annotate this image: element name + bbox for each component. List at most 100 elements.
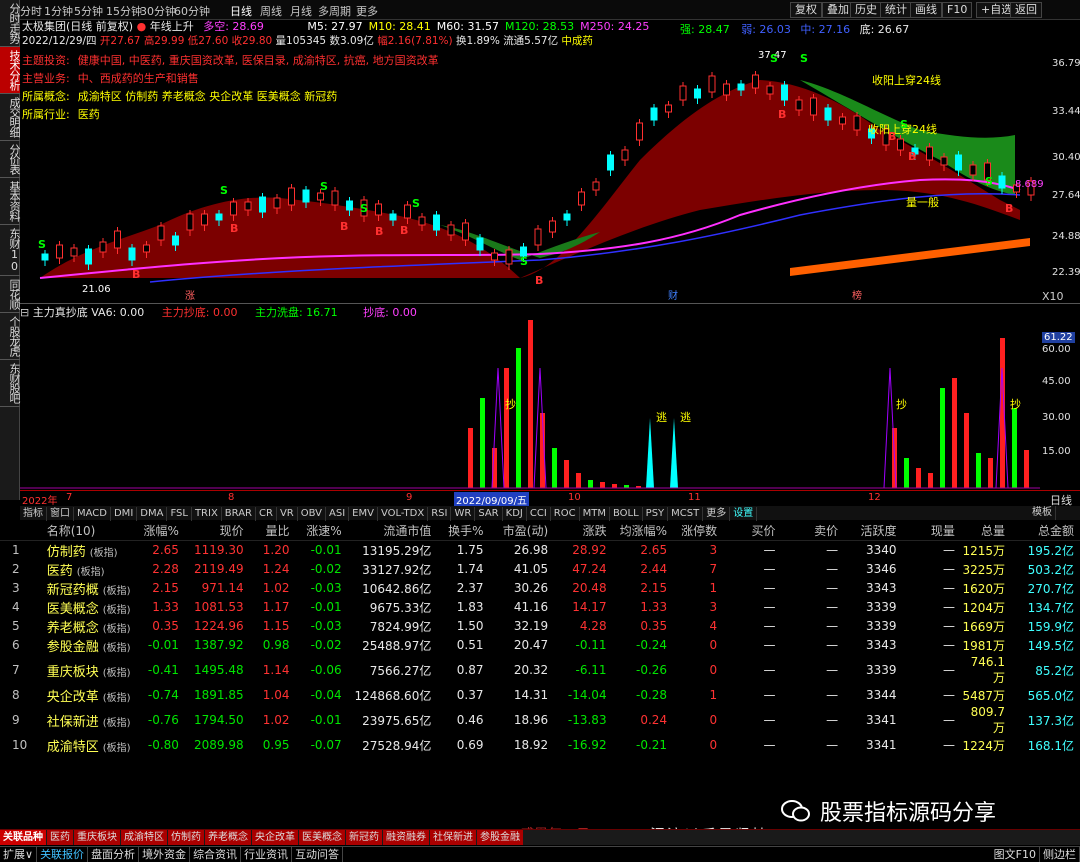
table-row[interactable]: 3 新冠药概 (板指) 2.15 971.14 1.02 -0.03 10642.86亿 2.3… [0, 579, 1080, 598]
column-header[interactable]: 涨跌 [554, 521, 613, 541]
related-tab[interactable]: 社保新进 [430, 830, 476, 845]
column-header[interactable]: 买价 [723, 521, 782, 541]
indicator-tab[interactable]: BRAR [222, 507, 256, 521]
bottom-tab[interactable]: 综合资讯 [190, 847, 242, 862]
column-header[interactable]: 均涨幅% [612, 521, 674, 541]
related-tab[interactable]: 医药 [47, 830, 73, 845]
bottom-tab[interactable]: 境外资金 [139, 847, 191, 862]
table-row[interactable]: 8 央企改革 (板指) -0.74 1891.85 1.04 -0.04 124868.60亿… [0, 686, 1080, 705]
indicator-tab[interactable]: MACD [74, 507, 111, 521]
column-header[interactable]: 卖价 [781, 521, 845, 541]
indicator-tab[interactable]: BOLL [610, 507, 643, 521]
indicator-tab[interactable]: FSL [167, 507, 192, 521]
period-tab[interactable]: 1分钟 [44, 3, 73, 19]
column-header[interactable]: 市盈(动) [489, 521, 555, 541]
left-nav-item[interactable]: 分价表 [0, 141, 21, 178]
related-tab[interactable]: 养老概念 [205, 830, 251, 845]
indicator-tab[interactable]: OBV [298, 507, 326, 521]
bottom-tab[interactable]: 互动问答 [292, 847, 344, 862]
period-tab[interactable]: 15分钟 [106, 3, 142, 19]
column-header[interactable]: 现价 [184, 521, 250, 541]
period-tab[interactable]: 多周期 [318, 3, 351, 19]
column-header[interactable]: 量比 [249, 521, 296, 541]
column-header[interactable]: 涨停数 [673, 521, 724, 541]
indicator-tab[interactable]: 更多 [703, 507, 731, 521]
period-tab[interactable]: 60分钟 [174, 3, 210, 19]
indicator-tab[interactable]: PSY [643, 507, 669, 521]
period-tab[interactable]: 分时 [20, 3, 42, 19]
indicator-tab[interactable]: DMA [137, 507, 168, 521]
period-tab[interactable]: 日线 [230, 3, 252, 19]
period-tab[interactable]: 更多 [356, 3, 378, 19]
left-nav-item[interactable]: 个股龙虎 [0, 313, 21, 360]
template-tab[interactable]: 模板 [1029, 506, 1056, 520]
indicator-tab[interactable]: MCST [668, 507, 704, 521]
left-nav-item[interactable]: 同花顺 [0, 276, 21, 313]
table-row[interactable]: 7 重庆板块 (板指) -0.41 1495.48 1.14 -0.06 7566.27亿 0.… [0, 655, 1080, 686]
period-tab[interactable]: 5分钟 [74, 3, 103, 19]
left-nav-item[interactable]: 东财股吧 [0, 360, 21, 407]
column-header[interactable]: 现量 [902, 521, 961, 541]
indicator-tab[interactable]: ROC [551, 507, 580, 521]
indicator-chart[interactable]: 抄逃 逃 抄 抄 [20, 318, 1040, 490]
column-header[interactable]: 换手% [437, 521, 490, 541]
table-row[interactable]: 4 医美概念 (板指) 1.33 1081.53 1.17 -0.01 9675.33亿 1.8… [0, 598, 1080, 617]
bottom-right-button[interactable]: 侧边栏 [1040, 847, 1080, 862]
indicator-tab[interactable]: TRIX [192, 507, 222, 521]
column-header[interactable]: 名称(10) [34, 521, 140, 541]
indicator-tab[interactable]: WR [451, 507, 476, 521]
table-row[interactable]: 6 参股金融 (板指) -0.01 1387.92 0.98 -0.02 25488.97亿 0… [0, 636, 1080, 655]
indicator-tab[interactable]: RSI [428, 507, 452, 521]
related-tab[interactable]: 成渝特区 [121, 830, 167, 845]
bottom-tab[interactable]: 关联报价 [37, 847, 89, 862]
left-nav-item[interactable]: 成交明细 [0, 94, 21, 141]
period-tab[interactable]: 周线 [260, 3, 282, 19]
column-header[interactable]: 活跃度 [844, 521, 903, 541]
indicator-tab[interactable]: DMI [111, 507, 138, 521]
toolbar-button[interactable]: 复权 [790, 2, 822, 18]
indicator-tab[interactable]: 设置 [730, 507, 758, 521]
table-row[interactable]: 2 医药 (板指) 2.28 2119.49 1.24 -0.02 33127.92亿 1.74… [0, 560, 1080, 579]
column-header[interactable]: 总金额 [1011, 521, 1080, 541]
event-marker[interactable]: 榜 [852, 289, 862, 302]
period-tab[interactable]: 月线 [290, 3, 312, 19]
bottom-right-button[interactable]: 图文F10 [991, 847, 1040, 862]
table-row[interactable]: 1 仿制药 (板指) 2.65 1119.30 1.20 -0.01 13195.29亿 1.7… [0, 540, 1080, 560]
column-header[interactable]: 涨幅% [139, 521, 185, 541]
related-tab[interactable]: 关联品种 [0, 830, 46, 845]
indicator-tab[interactable]: 指标 [20, 507, 47, 521]
indicator-tab[interactable]: KDJ [503, 507, 527, 521]
related-tab[interactable]: 央企改革 [252, 830, 298, 845]
indicator-tab[interactable]: VR [277, 507, 298, 521]
related-tab[interactable]: 仿制药 [168, 830, 204, 845]
bottom-tab[interactable]: 行业资讯 [241, 847, 293, 862]
related-tab[interactable]: 医美概念 [299, 830, 345, 845]
toolbar-button[interactable]: 返回 [1010, 2, 1042, 18]
related-tab[interactable]: 融资融券 [383, 830, 429, 845]
related-tab[interactable]: 重庆板块 [74, 830, 120, 845]
event-marker[interactable]: 涨 [185, 290, 195, 302]
indicator-tab[interactable]: MTM [580, 507, 610, 521]
indicator-tab[interactable]: 窗口 [47, 507, 74, 521]
indicator-tab[interactable]: VOL-TDX [378, 507, 429, 521]
table-row[interactable]: 9 社保新进 (板指) -0.76 1794.50 1.02 -0.01 23975.65亿 0… [0, 705, 1080, 736]
indicator-tab[interactable]: CR [256, 507, 277, 521]
toolbar-button[interactable]: 画线 [910, 2, 942, 18]
period-tab[interactable]: 30分钟 [140, 3, 176, 19]
toolbar-button[interactable]: F10 [942, 2, 973, 18]
column-header[interactable]: 流通市值 [347, 521, 438, 541]
left-nav-item[interactable]: 东财10 [0, 225, 21, 276]
table-row[interactable]: 10 成渝特区 (板指) -0.80 2089.98 0.95 -0.07 27528.94亿… [0, 736, 1080, 755]
toolbar-button[interactable]: 历史 [850, 2, 882, 18]
indicator-tab[interactable]: ASI [326, 507, 350, 521]
indicator-tab[interactable]: CCI [527, 507, 551, 521]
left-nav-item[interactable]: 分时走势 [0, 0, 21, 47]
bottom-tab[interactable]: 盘面分析 [88, 847, 140, 862]
column-header[interactable]: 总量 [960, 521, 1011, 541]
column-header[interactable]: 涨速% [295, 521, 348, 541]
table-row[interactable]: 5 养老概念 (板指) 0.35 1224.96 1.15 -0.03 7824.99亿 1.5… [0, 617, 1080, 636]
indicator-tab[interactable]: SAR [475, 507, 503, 521]
left-nav-item[interactable]: 技术分析 [0, 47, 21, 94]
indicator-tab[interactable]: EMV [349, 507, 378, 521]
event-marker[interactable]: 财 [668, 289, 678, 302]
